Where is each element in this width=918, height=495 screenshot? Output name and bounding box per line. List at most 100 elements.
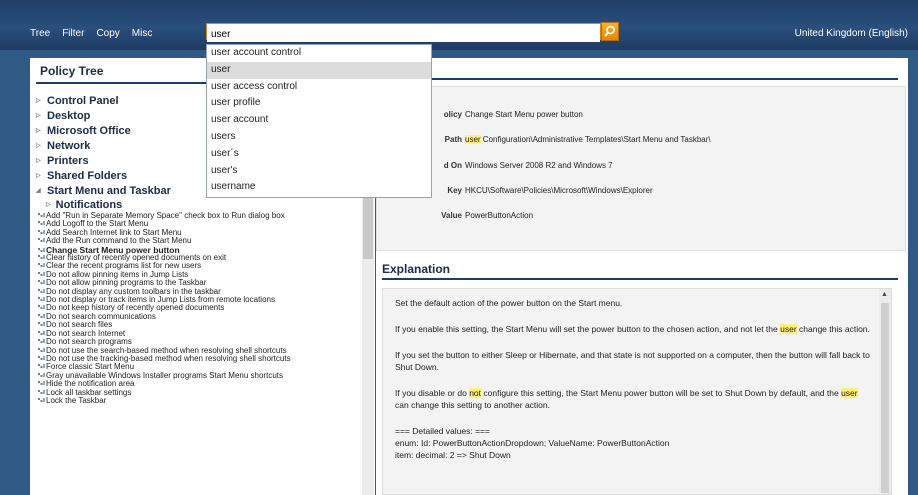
- suggestion-item[interactable]: user profile: [207, 95, 431, 112]
- collapsed-arrow-icon[interactable]: ▷: [36, 169, 42, 184]
- expanded-arrow-icon[interactable]: ◢: [36, 184, 42, 199]
- text-run: can change this setting to another actio…: [395, 400, 550, 410]
- detail-value: Windows Server 2008 R2 and Windows 7: [465, 161, 613, 170]
- policy-icon: [38, 297, 45, 302]
- explanation-paragraph: If you disable or do not configure this …: [395, 387, 870, 411]
- detail-value: user Configuration\Administrative Templa…: [465, 132, 711, 148]
- policy-icon: [38, 255, 45, 260]
- scrollbar-thumb[interactable]: [881, 303, 889, 493]
- suggestion-item[interactable]: user: [207, 61, 431, 79]
- policy-icon: [38, 213, 45, 217]
- policy-icon: [38, 221, 45, 226]
- search-highlight: not: [469, 388, 482, 398]
- policy-label: Lock the Taskbar: [46, 395, 107, 405]
- search-suggestions: user account control user user access cont…: [206, 44, 432, 198]
- scroll-up-icon[interactable]: ▲: [881, 291, 888, 298]
- suggestion-item[interactable]: user´s: [207, 146, 431, 163]
- detailed-values-line: enum: Id: PowerButtonActionDropdown; Val…: [395, 438, 670, 448]
- tree-node-label: Microsoft Office: [47, 125, 131, 137]
- detail-row-value: Value PowerButtonAction: [377, 208, 907, 224]
- explanation-paragraph: If you set the button to either Sleep or…: [395, 350, 870, 372]
- text-run: configure this setting, the Start Menu p…: [481, 388, 842, 398]
- title-divider: [382, 78, 898, 80]
- tree-node-label: Desktop: [47, 110, 91, 122]
- detail-value-text: Configuration\Administrative Templates\S…: [480, 135, 711, 144]
- policy-icon: [38, 339, 45, 344]
- suggestion-item[interactable]: user access control: [207, 79, 431, 96]
- policy-icon: [38, 389, 45, 394]
- policy-details: olicy Change Start Menu power button Pat…: [376, 86, 906, 251]
- menu-copy[interactable]: Copy: [96, 28, 119, 39]
- policy-icon: [38, 288, 45, 293]
- search-highlight: user: [841, 388, 858, 398]
- collapsed-arrow-icon[interactable]: ▷: [36, 124, 42, 139]
- explanation-scrollbar[interactable]: ▲: [879, 289, 891, 494]
- suggestion-item[interactable]: users: [207, 129, 431, 146]
- top-toolbar: Tree Filter Copy Misc United Kingdom (En…: [0, 0, 918, 50]
- detailed-values-header: === Detailed values: ===: [395, 426, 490, 436]
- tree-node-label: Network: [47, 140, 91, 152]
- search-highlight: user: [780, 324, 797, 334]
- policy-icon: [38, 247, 45, 252]
- detail-row-supported: d On Windows Server 2008 R2 and Windows …: [377, 158, 907, 174]
- detail-label: olicy: [443, 110, 462, 119]
- title-divider: [382, 278, 898, 280]
- text-run: change this action.: [796, 324, 870, 334]
- explanation-paragraph: If you enable this setting, the Start Me…: [395, 323, 870, 335]
- search-input[interactable]: [207, 27, 600, 42]
- explanation-title: Explanation: [382, 262, 451, 276]
- explanation-paragraph: Set the default action of the power butt…: [395, 298, 623, 308]
- policy-item[interactable]: Lock the Taskbar: [36, 395, 361, 405]
- detail-label: Value: [441, 211, 462, 220]
- detail-value: Change Start Menu power button: [465, 110, 583, 119]
- search-field: [206, 23, 601, 42]
- collapsed-arrow-icon[interactable]: ▷: [36, 154, 42, 169]
- detail-row-policy: olicy Change Start Menu power button: [377, 107, 907, 123]
- suggestion-item[interactable]: user's: [207, 163, 431, 180]
- text-run: If you disable or do: [395, 388, 470, 398]
- tree-node-label: Printers: [47, 155, 89, 167]
- policy-icon: [38, 280, 45, 285]
- suggestion-item[interactable]: username: [207, 179, 431, 196]
- language-selector[interactable]: United Kingdom (English): [795, 28, 908, 39]
- explanation-box: Set the default action of the power butt…: [382, 288, 892, 495]
- details-panel: olicy Change Start Menu power button Pat…: [376, 58, 908, 495]
- panel-title: Policy Tree: [40, 64, 104, 78]
- suggestion-item[interactable]: user account control: [207, 45, 431, 62]
- suggestion-item[interactable]: user account: [207, 112, 431, 129]
- detail-label: d On: [443, 161, 462, 170]
- menu-misc[interactable]: Misc: [132, 28, 153, 39]
- search-button[interactable]: [601, 22, 619, 41]
- detail-row-path: Path user Configuration\Administrative T…: [377, 132, 907, 148]
- policy-icon: [38, 364, 45, 369]
- text-run: If you enable this setting, the Start Me…: [395, 324, 781, 334]
- policy-icon: [38, 238, 45, 243]
- policy-icon: [38, 381, 45, 386]
- detailed-values-line: item: decimal: 2 => Shut Down: [395, 450, 511, 460]
- tree-node-label: Shared Folders: [47, 170, 128, 182]
- menu-tree[interactable]: Tree: [30, 28, 50, 39]
- policy-icon: [38, 347, 45, 352]
- policy-icon: [38, 322, 45, 327]
- explanation-text: Set the default action of the power butt…: [395, 297, 870, 461]
- policy-icon: [38, 229, 45, 234]
- detail-label: Key: [447, 186, 462, 195]
- tree-node-label: Start Menu and Taskbar: [47, 185, 171, 197]
- tree-node-label: Control Panel: [47, 95, 119, 107]
- menu-filter[interactable]: Filter: [62, 28, 84, 39]
- detail-label: Path: [444, 135, 462, 144]
- collapsed-arrow-icon[interactable]: ▷: [36, 109, 42, 124]
- main-menu: Tree Filter Copy Misc: [30, 28, 152, 39]
- policy-icon: [38, 263, 45, 268]
- detail-value: PowerButtonAction: [465, 211, 534, 220]
- collapsed-arrow-icon[interactable]: ▷: [36, 139, 42, 154]
- collapsed-arrow-icon[interactable]: ▷: [36, 94, 42, 109]
- policy-icon: [38, 372, 45, 377]
- search-icon: [604, 25, 615, 37]
- policy-icon: [38, 330, 45, 335]
- search-highlight: user: [465, 135, 481, 144]
- policy-icon: [38, 397, 45, 402]
- detail-row-key: Key HKCU\Software\Policies\Microsoft\Win…: [377, 183, 907, 199]
- policy-icon: [38, 313, 45, 318]
- policy-icon: [38, 271, 45, 276]
